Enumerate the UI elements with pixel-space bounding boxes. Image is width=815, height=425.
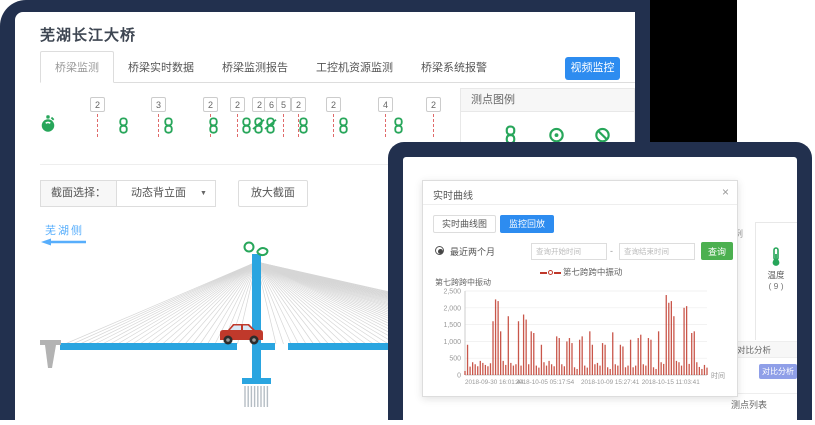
tab-桥梁监测报告[interactable]: 桥梁监测报告 [208,52,302,82]
link-sensor-icon[interactable] [337,117,350,135]
page-title: 芜湖长江大桥 [40,24,136,45]
recent-range-radio[interactable] [435,246,444,255]
query-button[interactable]: 查询 [701,242,733,260]
date-separator: - [610,246,613,256]
tab-桥梁系统报警[interactable]: 桥梁系统报警 [407,52,501,82]
svg-text:2,000: 2,000 [443,305,461,312]
tab-工控机资源监测[interactable]: 工控机资源监测 [302,52,407,82]
sensor-count-badge: 2 [426,97,441,112]
vibration-chart: 05001,0001,5002,0002,5002018-09-30 16:01… [429,285,733,395]
svg-text:1,000: 1,000 [443,339,461,346]
sensor-count-badge: 5 [276,97,291,112]
sensor-count-badge: 4 [378,97,393,112]
sensor-count-badge: 2 [326,97,341,112]
sensor-count-badge: 2 [291,97,306,112]
compare-analysis-header: 对比分析 [737,344,771,356]
modal-tab-监控回放[interactable]: 监控回放 [500,215,554,233]
secondary-window: 图例 温度 ( 9 ) 对比分析 对比分析 测点列表 实时曲线 × 实时曲线图监… [403,157,797,420]
start-time-input[interactable] [531,243,607,260]
legend-marker-icon [548,270,553,275]
modal-tab-bar: 实时曲线图监控回放 [433,215,554,233]
section-select-label: 截面选择： [40,180,117,207]
modal-header: 实时曲线 × [423,181,737,205]
main-tab-bar: 桥梁监测桥梁实时数据桥梁监测报告工控机资源监测桥梁系统报警 [40,54,635,83]
link-sensor-icon[interactable] [392,117,405,135]
sensor-count-badge: 2 [90,97,105,112]
sensor-dashed-line [237,114,238,137]
sensor-dashed-line [283,114,284,137]
point-list-header: 测点列表 [731,398,767,411]
svg-text:时间: 时间 [711,371,725,380]
video-monitor-button[interactable]: 视频监控 [565,57,620,80]
link-sensor-icon[interactable] [117,117,130,135]
legend-series-label: 第七跨跨中振动 [563,267,623,277]
modal-title: 实时曲线 [433,187,473,202]
end-time-input[interactable] [619,243,695,260]
svg-text:2,500: 2,500 [443,289,461,296]
tab-桥梁实时数据[interactable]: 桥梁实时数据 [114,52,208,82]
tower-top-sensor-icons[interactable] [245,243,268,256]
svg-text:2018-10-05 05:17:54: 2018-10-05 05:17:54 [516,379,575,386]
chevron-down-icon: ▼ [200,181,207,206]
modal-tab-实时曲线图[interactable]: 实时曲线图 [433,215,496,233]
enlarge-section-button[interactable]: 放大截面 [238,180,308,207]
section-select-dropdown[interactable]: 动态背立面 ▼ [117,180,216,207]
stopwatch-sensor-icon[interactable] [40,113,56,135]
tower-pier [242,378,271,407]
sensor-count-badge: 2 [230,97,245,112]
thermometer-icon[interactable] [769,247,783,267]
bridge-tower [252,254,261,378]
svg-text:500: 500 [449,356,461,363]
legend-panel-title: 测点图例 [461,89,634,112]
section-select-value: 动态背立面 [131,181,186,206]
temperature-count: ( 9 ) [755,281,797,291]
section-select-bar: 截面选择： 动态背立面 ▼ 放大截面 [40,180,308,207]
temperature-label: 温度 [755,269,797,281]
query-filter-row: 最近两个月 - 查询 [423,241,739,261]
link-sensor-icon[interactable] [162,117,175,135]
svg-text:0: 0 [457,373,461,380]
close-icon[interactable]: × [722,185,729,199]
bridge-side-label: 芜湖侧 [45,222,84,238]
sensor-count-badge: 3 [151,97,166,112]
sensor-dashed-line [385,114,386,137]
compare-analysis-button[interactable]: 对比分析 [759,364,797,379]
sensor-dashed-line [433,114,434,137]
realtime-curve-modal: 实时曲线 × 实时曲线图监控回放 最近两个月 - 查询 第七跨跨中振动 第七跨跨… [422,180,738,397]
sensor-dashed-line [333,114,334,137]
svg-text:2018-10-09 15:27:41: 2018-10-09 15:27:41 [581,379,640,386]
tab-桥梁监测[interactable]: 桥梁监测 [40,51,114,83]
svg-text:1,500: 1,500 [443,322,461,329]
sensor-dashed-line [97,114,98,137]
link-sensor-icon[interactable] [297,117,310,135]
left-abutment [40,340,61,368]
recent-range-label: 最近两个月 [450,245,495,258]
sensor-count-badge: 2 [203,97,218,112]
secondary-window-frame: 图例 温度 ( 9 ) 对比分析 对比分析 测点列表 实时曲线 × 实时曲线图监… [388,142,812,420]
link-slash-sensor-icon[interactable] [264,117,277,135]
sensor-dashed-line [158,114,159,137]
svg-text:2018-10-15 11:03:41: 2018-10-15 11:03:41 [642,379,701,386]
link-sensor-icon[interactable] [207,117,220,135]
